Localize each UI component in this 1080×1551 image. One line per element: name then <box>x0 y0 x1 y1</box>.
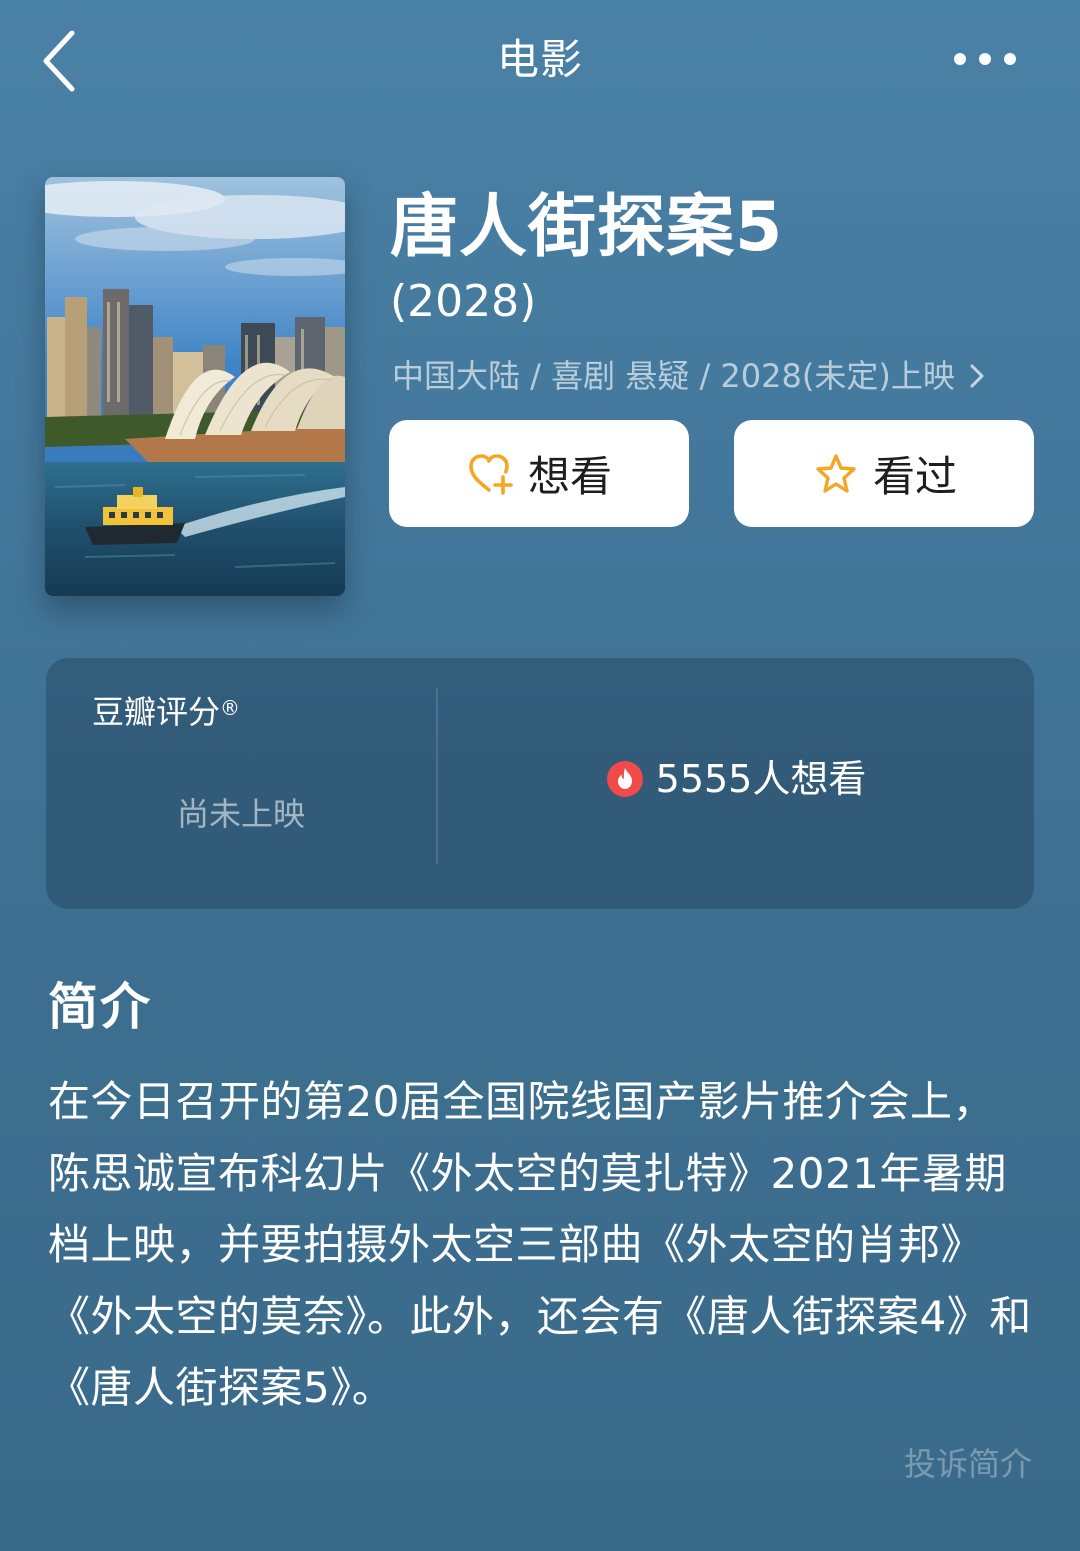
synopsis-text: 在今日召开的第20届全国院线国产影片推介会上，陈思诚宣布科幻片《外太空的莫扎特》… <box>48 1077 1032 1412</box>
movie-title: 唐人街探案5 <box>390 188 784 267</box>
watched-button[interactable]: 看过 <box>734 420 1034 527</box>
top-nav-bar: 电影 <box>0 0 1080 120</box>
registered-mark: ® <box>220 696 241 720</box>
rating-card: 豆瓣评分® 尚未上映 5555人想看 <box>46 658 1034 909</box>
movie-meta-link[interactable]: 中国大陆 / 喜剧 悬疑 / 2028(未定)上映 <box>392 352 985 400</box>
page-title: 电影 <box>496 35 583 84</box>
more-dots-icon <box>979 53 991 65</box>
movie-year: (2028) <box>390 276 537 327</box>
poster-image <box>45 177 345 596</box>
want-to-watch-label: 想看 <box>527 452 612 501</box>
synopsis-heading: 简介 <box>48 978 152 1036</box>
rating-status: 尚未上映 <box>176 795 305 833</box>
report-synopsis-link[interactable]: 投诉简介 <box>904 1442 1032 1486</box>
movie-meta-text: 中国大陆 / 喜剧 悬疑 / 2028(未定)上映 <box>392 357 955 395</box>
more-dots-icon <box>1004 53 1016 65</box>
chevron-right-icon <box>969 363 985 389</box>
watched-label: 看过 <box>872 452 957 501</box>
star-icon <box>811 449 861 499</box>
want-count-text: 5555人想看 <box>655 757 867 801</box>
flame-icon <box>606 760 644 798</box>
douban-rating-label: 豆瓣评分® <box>92 693 241 731</box>
movie-poster[interactable] <box>45 177 345 596</box>
heart-plus-icon <box>466 449 516 499</box>
more-dots-icon <box>954 53 966 65</box>
want-count: 5555人想看 <box>438 754 1034 804</box>
more-options-button[interactable] <box>940 36 1030 82</box>
want-to-watch-button[interactable]: 想看 <box>389 420 689 527</box>
